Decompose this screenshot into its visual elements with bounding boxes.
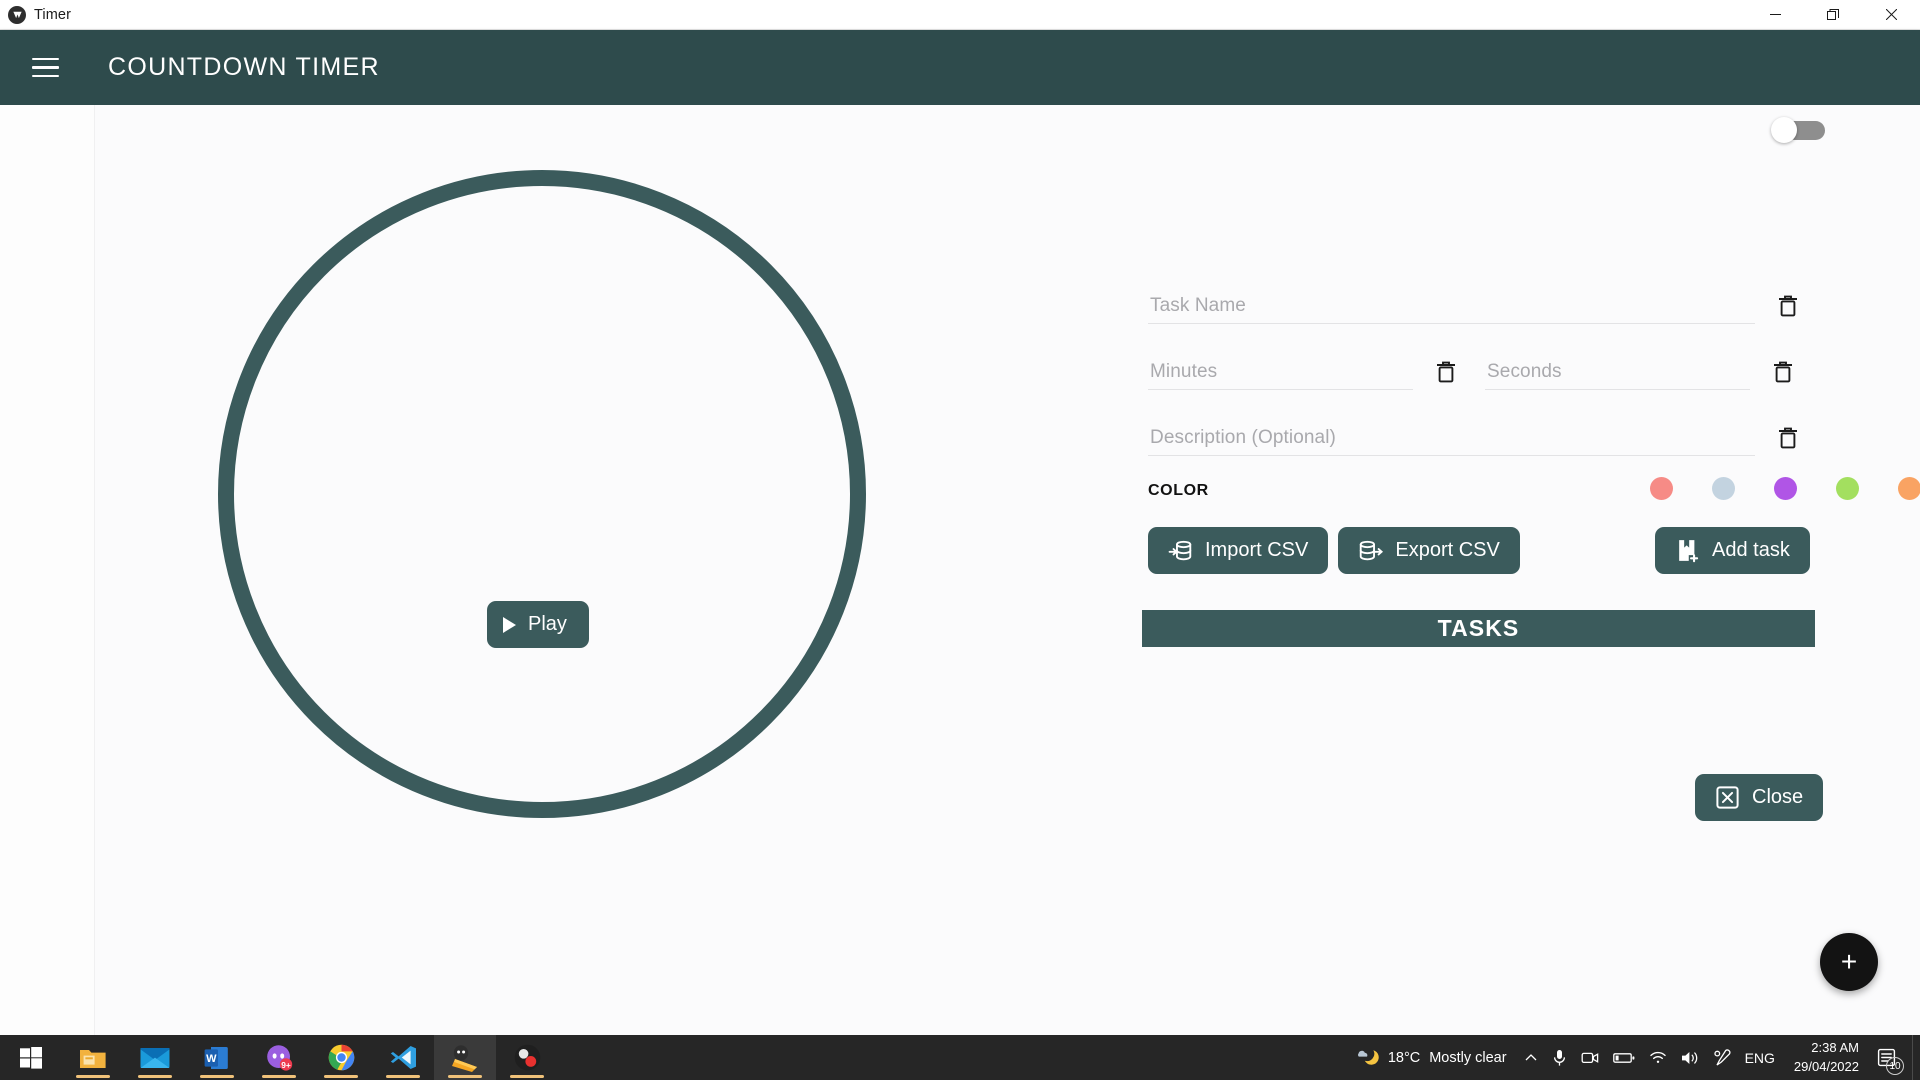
svg-text:9+: 9+ bbox=[281, 1060, 291, 1070]
add-task-label: Add task bbox=[1712, 539, 1790, 561]
seconds-input[interactable] bbox=[1485, 356, 1750, 389]
clock-time: 2:38 AM bbox=[1811, 1039, 1859, 1055]
toggle-knob bbox=[1771, 117, 1797, 143]
import-csv-label: Import CSV bbox=[1205, 539, 1309, 561]
csv-button-row: Import CSV Export CSV bbox=[1148, 527, 1520, 574]
add-floating-action-button[interactable]: + bbox=[1820, 933, 1878, 991]
color-swatches bbox=[1650, 477, 1920, 500]
discord-taskbar-icon[interactable]: 9+ bbox=[248, 1035, 310, 1080]
notification-center-button[interactable]: 10 bbox=[1871, 1035, 1912, 1080]
windows-taskbar: W 9+ 18°C Mostly clear ENG 2:38 AM 29/04… bbox=[0, 1035, 1920, 1080]
language-indicator[interactable]: ENG bbox=[1738, 1035, 1782, 1080]
camera-icon[interactable] bbox=[1574, 1035, 1606, 1080]
delete-seconds-icon[interactable] bbox=[1772, 360, 1800, 390]
minutes-field[interactable]: Minutes bbox=[1148, 356, 1413, 390]
taskbar-underline bbox=[138, 1075, 172, 1078]
minimize-button[interactable] bbox=[1746, 0, 1804, 30]
theme-toggle[interactable] bbox=[1771, 117, 1825, 143]
timer-app-icon bbox=[8, 5, 26, 24]
window-controls bbox=[1746, 0, 1920, 30]
color-swatch-3[interactable] bbox=[1836, 477, 1859, 500]
task-panel: Task Name Minutes Seconds Description (O… bbox=[1130, 105, 1920, 1035]
task-name-row: Task Name bbox=[1148, 290, 1815, 324]
seconds-field[interactable]: Seconds bbox=[1485, 356, 1750, 390]
description-input[interactable] bbox=[1148, 422, 1755, 455]
speaker-icon[interactable] bbox=[1674, 1035, 1707, 1080]
import-csv-button[interactable]: Import CSV bbox=[1148, 527, 1329, 574]
color-label: COLOR bbox=[1148, 482, 1209, 499]
close-panel-label: Close bbox=[1752, 786, 1804, 808]
minutes-input[interactable] bbox=[1148, 356, 1413, 389]
task-name-input[interactable] bbox=[1148, 290, 1755, 323]
taskbar-underline bbox=[386, 1075, 420, 1078]
app-header: COUNTDOWN TIMER bbox=[0, 30, 1920, 105]
word-taskbar-icon[interactable]: W bbox=[186, 1035, 248, 1080]
moon-cloud-icon bbox=[1357, 1049, 1379, 1065]
tasks-header-label: TASKS bbox=[1437, 615, 1520, 641]
color-swatch-1[interactable] bbox=[1712, 477, 1735, 500]
taskbar-underline bbox=[448, 1075, 482, 1078]
delete-minutes-icon[interactable] bbox=[1435, 360, 1463, 390]
main-content: Play Task Name Minutes Seconds Descripti… bbox=[0, 105, 1920, 1035]
system-tray: 18°C Mostly clear ENG 2:38 AM 29/04/2022… bbox=[1341, 1035, 1920, 1080]
add-task-button[interactable]: Add task bbox=[1655, 527, 1810, 574]
battery-icon[interactable] bbox=[1606, 1035, 1642, 1080]
pen-icon[interactable] bbox=[1707, 1035, 1738, 1080]
duration-row: Minutes Seconds bbox=[1148, 356, 1815, 390]
task-name-field[interactable]: Task Name bbox=[1148, 290, 1755, 324]
weather-widget[interactable]: 18°C Mostly clear bbox=[1341, 1047, 1517, 1069]
timer-app-taskbar-icon[interactable] bbox=[434, 1035, 496, 1080]
chrome-taskbar-icon[interactable] bbox=[310, 1035, 372, 1080]
window-title: Timer bbox=[34, 6, 72, 23]
taskbar-underline bbox=[200, 1075, 234, 1078]
taskbar-underline bbox=[262, 1075, 296, 1078]
taskbar-underline bbox=[324, 1075, 358, 1078]
plus-icon: + bbox=[1840, 946, 1858, 977]
show-desktop-button[interactable] bbox=[1912, 1035, 1920, 1080]
description-field[interactable]: Description (Optional) bbox=[1148, 422, 1755, 456]
tasks-section-header: TASKS bbox=[1142, 610, 1815, 647]
maximize-button[interactable] bbox=[1804, 0, 1862, 30]
timer-progress-ring bbox=[218, 170, 866, 818]
vscode-taskbar-icon[interactable] bbox=[372, 1035, 434, 1080]
delete-description-icon[interactable] bbox=[1777, 426, 1805, 456]
play-icon bbox=[503, 616, 516, 633]
delete-task-name-icon[interactable] bbox=[1777, 294, 1805, 324]
file-explorer-taskbar-icon[interactable] bbox=[62, 1035, 124, 1080]
wifi-icon[interactable] bbox=[1642, 1035, 1674, 1080]
left-rail bbox=[0, 105, 95, 1035]
color-swatch-4[interactable] bbox=[1898, 477, 1920, 500]
hamburger-menu-icon[interactable] bbox=[32, 51, 66, 85]
start-button[interactable] bbox=[0, 1035, 62, 1080]
window-titlebar: Timer bbox=[0, 0, 1920, 30]
color-swatch-2[interactable] bbox=[1774, 477, 1797, 500]
microphone-icon[interactable] bbox=[1545, 1035, 1574, 1080]
clock-date: 29/04/2022 bbox=[1793, 1058, 1859, 1074]
svg-text:W: W bbox=[206, 1053, 217, 1065]
mail-taskbar-icon[interactable] bbox=[124, 1035, 186, 1080]
page-title: COUNTDOWN TIMER bbox=[108, 53, 380, 81]
weather-condition: Mostly clear bbox=[1429, 1049, 1507, 1066]
export-csv-button[interactable]: Export CSV bbox=[1338, 527, 1520, 574]
notification-count-badge: 10 bbox=[1886, 1057, 1904, 1075]
close-window-button[interactable] bbox=[1862, 0, 1920, 30]
taskbar-underline bbox=[76, 1075, 110, 1078]
play-button-label: Play bbox=[528, 613, 567, 635]
close-panel-button[interactable]: Close bbox=[1695, 774, 1824, 821]
play-button[interactable]: Play bbox=[487, 601, 589, 648]
export-csv-label: Export CSV bbox=[1395, 539, 1500, 561]
weather-temperature: 18°C bbox=[1387, 1049, 1421, 1066]
color-swatch-0[interactable] bbox=[1650, 477, 1673, 500]
clock-widget[interactable]: 2:38 AM 29/04/2022 bbox=[1782, 1039, 1871, 1077]
obs-taskbar-icon[interactable] bbox=[496, 1035, 558, 1080]
show-hidden-icons-button[interactable] bbox=[1517, 1035, 1545, 1080]
timer-circle bbox=[218, 170, 866, 818]
taskbar-underline bbox=[510, 1075, 544, 1078]
description-row: Description (Optional) bbox=[1148, 422, 1815, 456]
